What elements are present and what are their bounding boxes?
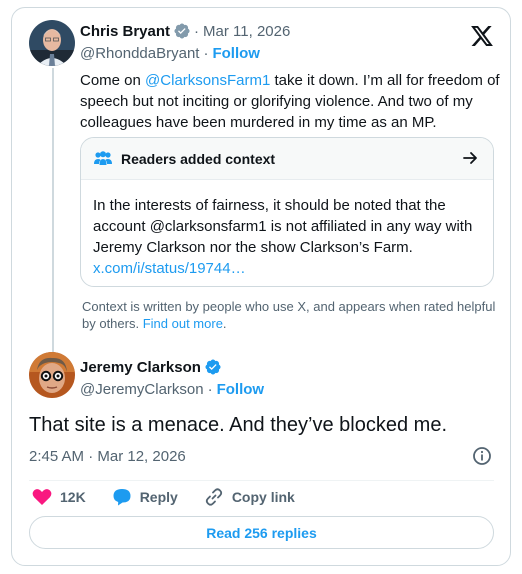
main-handle-separator: · (207, 380, 213, 398)
community-note-body: In the interests of fairness, it should … (81, 180, 493, 279)
like-count: 12K (60, 489, 86, 505)
copy-link-label: Copy link (231, 489, 295, 505)
quoted-follow-link[interactable]: Follow (212, 45, 260, 62)
quoted-handle[interactable]: @RhonddaBryant (80, 45, 199, 62)
chris-bryant-avatar[interactable] (29, 20, 75, 66)
main-post-timestamp[interactable]: 2:45 AM · Mar 12, 2026 (29, 448, 186, 465)
jeremy-clarkson-avatar[interactable] (29, 352, 75, 398)
main-follow-link[interactable]: Follow (217, 381, 265, 398)
heart-icon (32, 489, 52, 505)
post-actions-bar: 12K Reply Copy link (32, 486, 321, 508)
quoted-text-prefix: Come on (80, 72, 146, 89)
thread-connector-line (52, 68, 54, 355)
find-out-more-link[interactable]: Find out more (143, 316, 223, 331)
reply-label: Reply (139, 489, 178, 505)
copy-link-button[interactable]: Copy link (204, 487, 295, 507)
main-post-text: That site is a menace. And they’ve block… (29, 414, 447, 436)
community-note-header[interactable]: Readers added context (81, 138, 493, 180)
link-icon (205, 488, 222, 506)
verified-blue-badge-icon (205, 359, 221, 375)
info-icon[interactable] (472, 446, 492, 466)
quoted-handle-separator: · (203, 44, 209, 62)
read-replies-button[interactable]: Read 256 replies (29, 516, 494, 549)
x-logo-icon[interactable] (471, 26, 493, 46)
community-note-text: In the interests of fairness, it should … (93, 197, 473, 256)
main-handle[interactable]: @JeremyClarkson (80, 381, 204, 398)
quoted-post-text: Come on @ClarksonsFarm1 take it down. I’… (80, 70, 500, 133)
community-note-source-link[interactable]: x.com/i/status/19744… (93, 258, 481, 279)
verified-gray-badge-icon (174, 23, 190, 39)
quoted-author-row: Chris Bryant · Mar 11, 2026 (80, 20, 290, 42)
arrow-right-icon[interactable] (463, 151, 479, 165)
people-icon (94, 150, 112, 165)
actions-divider (29, 480, 494, 481)
main-author-name[interactable]: Jeremy Clarkson (80, 359, 201, 376)
quoted-date[interactable]: Mar 11, 2026 (203, 23, 290, 40)
main-author-row: Jeremy Clarkson (80, 356, 225, 378)
quoted-author-name[interactable]: Chris Bryant (80, 23, 170, 40)
community-note-box[interactable]: Readers added context In the interests o… (80, 137, 494, 287)
embedded-post-card: Chris Bryant · Mar 11, 2026 @RhonddaBrya… (11, 7, 511, 566)
reply-bubble-icon (113, 489, 131, 506)
quoted-handle-row: @RhonddaBryant · Follow (80, 42, 260, 64)
like-button[interactable]: 12K (32, 488, 86, 506)
community-note-title: Readers added context (121, 150, 276, 167)
clarksonsfarm1-mention-link[interactable]: @ClarksonsFarm1 (145, 72, 270, 89)
community-note-footer: Context is written by people who use X, … (82, 298, 496, 332)
community-note-footer-end: . (222, 316, 227, 331)
quoted-separator: · (194, 22, 200, 40)
main-handle-row: @JeremyClarkson · Follow (80, 378, 264, 400)
reply-button[interactable]: Reply (112, 488, 178, 506)
